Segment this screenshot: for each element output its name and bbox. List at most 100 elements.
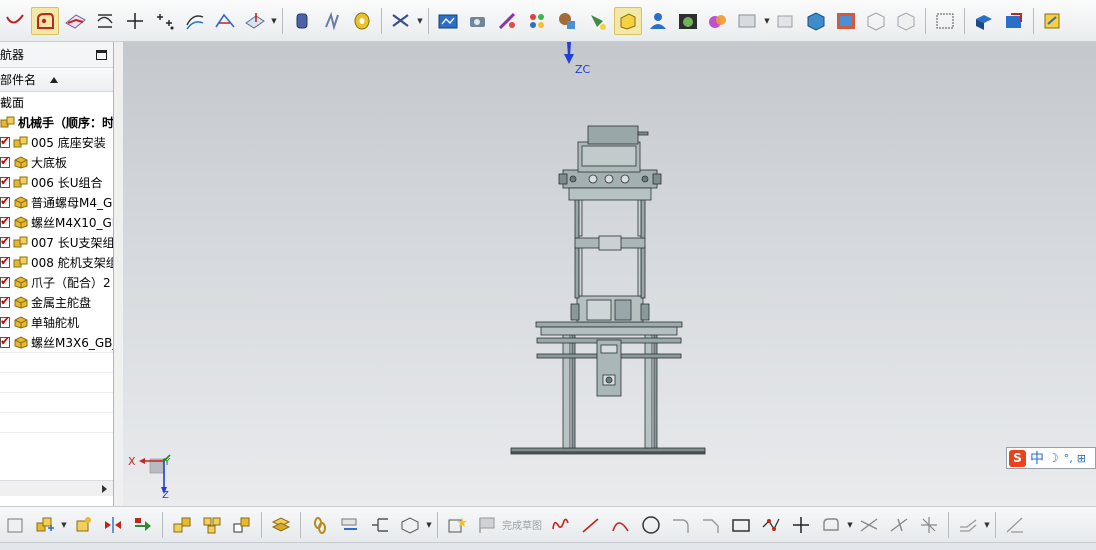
window-select-icon[interactable] <box>931 7 959 35</box>
circle-icon[interactable] <box>637 511 665 539</box>
assembly-tool-icon[interactable] <box>387 7 415 35</box>
line-icon[interactable] <box>577 511 605 539</box>
scroll-right-icon[interactable] <box>102 485 107 493</box>
exploded-view-icon[interactable] <box>267 511 295 539</box>
sketch-tool-icon[interactable] <box>31 6 59 35</box>
arc-icon[interactable] <box>607 511 635 539</box>
dimension-icon[interactable] <box>1001 511 1029 539</box>
finish-sketch-icon[interactable] <box>473 511 501 539</box>
hidden-cube-icon[interactable] <box>892 7 920 35</box>
visibility-checkbox[interactable] <box>0 194 10 208</box>
palette-icon[interactable] <box>524 7 552 35</box>
dropdown-arrow-icon[interactable]: ▼ <box>983 511 991 539</box>
visibility-checkbox[interactable] <box>0 314 10 328</box>
color-sphere-icon[interactable] <box>704 7 732 35</box>
material-icon[interactable] <box>494 7 522 35</box>
spring-icon[interactable] <box>318 7 346 35</box>
visibility-checkbox[interactable] <box>0 154 10 168</box>
part-nav-icon[interactable] <box>970 7 998 35</box>
column-header-part-name[interactable]: 部件名 <box>0 68 113 92</box>
arrangement-icon[interactable] <box>396 511 424 539</box>
tree-row[interactable]: 螺丝M3X6_GB_ <box>0 332 113 352</box>
extend-icon[interactable] <box>885 511 913 539</box>
mirror-assembly-icon[interactable] <box>99 511 127 539</box>
tree-row-section[interactable]: 截面 <box>0 92 113 112</box>
drawing-icon[interactable] <box>1039 7 1067 35</box>
new-component-icon[interactable] <box>69 511 97 539</box>
visibility-checkbox[interactable] <box>0 274 10 288</box>
dropdown-arrow-icon[interactable]: ▼ <box>270 7 278 35</box>
chamfer-icon[interactable] <box>697 511 725 539</box>
ime-punct[interactable]: °, <box>1064 452 1073 465</box>
finish-sketch-label[interactable]: 完成草图 <box>502 517 542 532</box>
plane-tool-icon[interactable] <box>61 7 89 35</box>
visibility-checkbox[interactable] <box>0 134 10 148</box>
constraint-icon[interactable] <box>168 511 196 539</box>
wave-link-icon[interactable] <box>336 511 364 539</box>
move-component-icon[interactable] <box>129 511 157 539</box>
interference-icon[interactable] <box>366 511 394 539</box>
robot-arm-model[interactable] <box>510 125 706 455</box>
studio-icon[interactable] <box>832 7 860 35</box>
user-icon[interactable] <box>644 7 672 35</box>
dropdown-arrow-icon[interactable]: ▼ <box>846 511 854 539</box>
visibility-checkbox[interactable] <box>0 234 10 248</box>
sketch-star-icon[interactable] <box>443 511 471 539</box>
dropdown-arrow-icon[interactable]: ▼ <box>416 7 424 35</box>
offset-curve-icon[interactable] <box>181 7 209 35</box>
visibility-checkbox[interactable] <box>0 254 10 268</box>
tree-row[interactable]: 008 舵机支架组 <box>0 252 113 272</box>
corner-icon[interactable] <box>915 511 943 539</box>
point-set-tool-icon[interactable] <box>151 7 179 35</box>
table-icon[interactable] <box>1 511 29 539</box>
tree-row-root[interactable]: 机械手（顺序：时间 <box>0 112 113 132</box>
texture-icon[interactable] <box>554 7 582 35</box>
shading-icon[interactable] <box>772 7 800 35</box>
visibility-checkbox[interactable] <box>0 214 10 228</box>
tree-row[interactable]: 螺丝M4X10_GI <box>0 212 113 232</box>
point-tool-icon[interactable] <box>121 7 149 35</box>
cylinder-icon[interactable] <box>288 7 316 35</box>
link-icon[interactable] <box>306 511 334 539</box>
tree-row[interactable]: 005 底座安装 <box>0 132 113 152</box>
trim-icon[interactable] <box>855 511 883 539</box>
studio-spline-icon[interactable] <box>817 511 845 539</box>
ime-toolbar[interactable]: S 中 ☽ °, ⊞ <box>1006 447 1096 469</box>
background-icon[interactable] <box>734 7 762 35</box>
model-canvas[interactable]: ZC X Y Z <box>123 42 1096 506</box>
add-component-icon[interactable] <box>31 511 59 539</box>
cube-solid-icon[interactable] <box>802 7 830 35</box>
tree-row[interactable]: 006 长U组合 <box>0 172 113 192</box>
tree-row[interactable]: 普通螺母M4_G <box>0 192 113 212</box>
scene-icon[interactable] <box>674 7 702 35</box>
replace-component-icon[interactable] <box>228 511 256 539</box>
rectangle-icon[interactable] <box>727 511 755 539</box>
light-icon[interactable] <box>584 7 612 35</box>
bridge-curve-icon[interactable] <box>211 7 239 35</box>
pattern-component-icon[interactable] <box>198 511 226 539</box>
render-icon[interactable] <box>434 7 462 35</box>
dropdown-arrow-icon[interactable]: ▼ <box>60 511 68 539</box>
dropdown-arrow-icon[interactable]: ▼ <box>425 511 433 539</box>
project-curve-icon[interactable] <box>241 7 269 35</box>
sketch-point-icon[interactable] <box>787 511 815 539</box>
spline-tool-icon[interactable] <box>91 7 119 35</box>
tree-row[interactable]: 007 长U支架组 <box>0 232 113 252</box>
ime-extra[interactable]: ⊞ <box>1077 452 1086 465</box>
tree-row[interactable]: 单轴舵机 <box>0 312 113 332</box>
offset-sketch-icon[interactable] <box>954 511 982 539</box>
profile-icon[interactable] <box>547 511 575 539</box>
maximize-icon[interactable] <box>96 49 107 60</box>
graphics-viewport[interactable]: ZC X Y Z <box>123 42 1096 506</box>
save-view-icon[interactable] <box>1000 7 1028 35</box>
dropdown-arrow-icon[interactable]: ▼ <box>763 7 771 35</box>
horizontal-scrollbar[interactable] <box>0 480 113 496</box>
fillet-icon[interactable] <box>667 511 695 539</box>
polygon-icon[interactable] <box>757 511 785 539</box>
visibility-checkbox[interactable] <box>0 294 10 308</box>
wireframe-cube-icon[interactable] <box>862 7 890 35</box>
tree-row[interactable]: 金属主舵盘 <box>0 292 113 312</box>
visibility-checkbox[interactable] <box>0 174 10 188</box>
tree-row[interactable]: 大底板 <box>0 152 113 172</box>
tree-row[interactable]: 爪子（配合）2 <box>0 272 113 292</box>
